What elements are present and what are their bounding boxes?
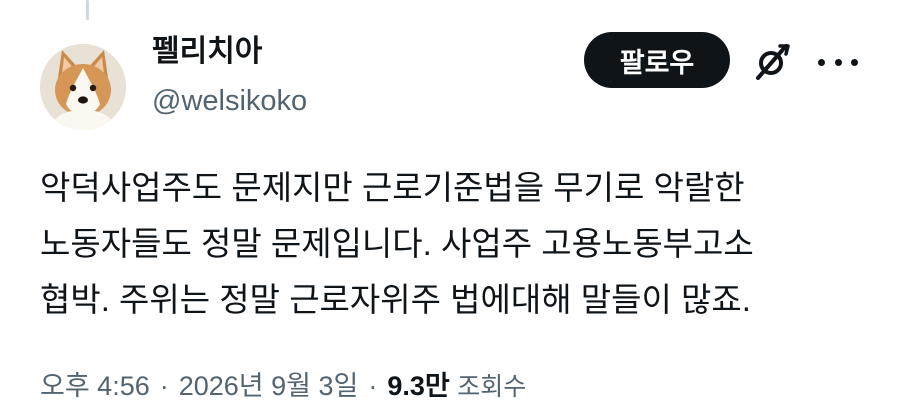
grok-icon[interactable] (750, 40, 794, 84)
tweet-time[interactable]: 오후 4:56 (40, 371, 150, 401)
views-label: 조회수 (457, 373, 527, 401)
author-display-name[interactable]: 펠리치아 (152, 34, 262, 70)
tweet-text-line: 노동자들도 정말 문제입니다. 사업주 고용노동부고소 (40, 225, 754, 262)
tweet-text-line: 협박. 주위는 정말 근로자위주 법에대해 말들이 많죠. (40, 281, 751, 318)
more-dot (834, 58, 842, 66)
corgi-avatar-icon (40, 44, 126, 130)
avatar[interactable] (40, 44, 126, 130)
thread-connector-line (86, 0, 89, 20)
tweet-date[interactable]: 2026년 9월 3일 (179, 371, 359, 401)
meta-separator: · (159, 371, 169, 401)
more-icon[interactable] (818, 44, 858, 80)
more-dot (851, 58, 858, 66)
tweet-text: 악덕사업주도 문제지만 근로기준법을 무기로 악랄한 노동자들도 정말 문제입니… (40, 160, 885, 328)
grok-icon-glyph (756, 44, 790, 80)
meta-separator: · (368, 371, 378, 401)
author-handle[interactable]: @welsikoko (152, 84, 307, 118)
more-dot (818, 58, 825, 66)
follow-button[interactable]: 팔로우 (584, 32, 730, 88)
tweet-text-line: 악덕사업주도 문제지만 근로기준법을 무기로 악랄한 (40, 169, 745, 206)
views-count[interactable]: 9.3만 (387, 371, 449, 401)
tweet-meta: 오후 4:56 · 2026년 9월 3일 · 9.3만 조회수 (40, 366, 526, 407)
